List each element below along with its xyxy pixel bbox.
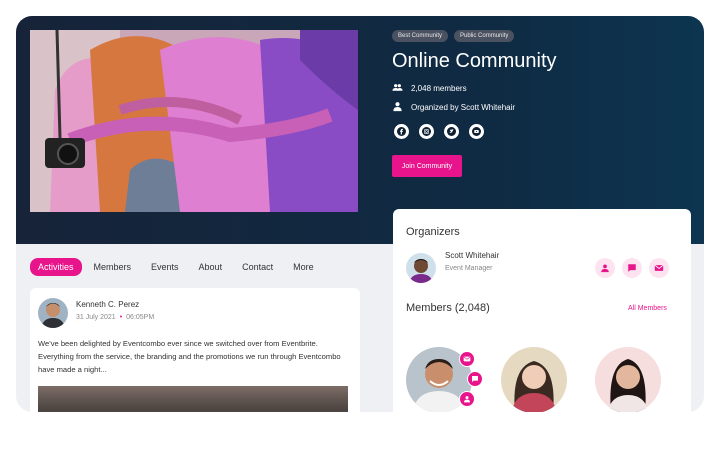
- person-icon: [392, 101, 403, 114]
- member-chat-icon[interactable]: [467, 371, 483, 387]
- activity-post: Kenneth C. Perez 31 July 2021 • 06:05PM …: [30, 288, 360, 412]
- tag-public-community[interactable]: Public Community: [454, 30, 515, 42]
- member-mail-icon[interactable]: [459, 351, 475, 367]
- post-time: 06:05PM: [126, 314, 155, 321]
- chat-icon: [628, 264, 636, 272]
- post-image[interactable]: [38, 386, 348, 412]
- youtube-icon[interactable]: [469, 124, 484, 139]
- tab-about[interactable]: About: [191, 258, 231, 276]
- post-author-name[interactable]: Kenneth C. Perez: [76, 300, 139, 309]
- community-title: Online Community: [392, 50, 557, 72]
- post-timestamp: 31 July 2021 • 06:05PM: [76, 314, 154, 321]
- organizer-name[interactable]: Scott Whitehair: [445, 251, 499, 260]
- tab-contact[interactable]: Contact: [234, 258, 281, 276]
- member-profile-icon[interactable]: [459, 391, 475, 407]
- organizers-heading: Organizers: [406, 226, 460, 238]
- organizer-avatar[interactable]: [406, 253, 436, 283]
- instagram-icon[interactable]: [419, 124, 434, 139]
- organized-by-text[interactable]: Organized by Scott Whitehair: [411, 103, 515, 112]
- post-text: We've been delighted by Eventcombo ever …: [38, 339, 341, 374]
- tab-events[interactable]: Events: [143, 258, 187, 276]
- email-button[interactable]: [649, 258, 669, 278]
- tag-best-community[interactable]: Best Community: [392, 30, 449, 42]
- members-count: 2,048 members: [392, 82, 467, 95]
- tab-more[interactable]: More: [285, 258, 322, 276]
- people-icon: [392, 82, 403, 95]
- tab-activities[interactable]: Activities: [30, 258, 82, 276]
- twitter-icon[interactable]: [444, 124, 459, 139]
- organized-by: Organized by Scott Whitehair: [392, 101, 515, 114]
- post-date: 31 July 2021: [76, 314, 116, 321]
- community-tabs: Activities Members Events About Contact …: [30, 258, 326, 276]
- community-photo: [30, 30, 358, 212]
- facebook-icon[interactable]: [394, 124, 409, 139]
- person-icon: [601, 264, 609, 273]
- tag-list: Best Community Public Community: [392, 30, 515, 42]
- community-card: Best Community Public Community Online C…: [16, 16, 704, 412]
- member-avatar[interactable]: [595, 347, 661, 412]
- members-heading: Members (2,048): [406, 302, 490, 314]
- organizer-role: Event Manager: [445, 265, 493, 272]
- post-author-avatar[interactable]: [38, 298, 68, 328]
- join-community-button[interactable]: Join Community: [392, 155, 462, 177]
- view-profile-button[interactable]: [595, 258, 615, 278]
- tab-members[interactable]: Members: [86, 258, 140, 276]
- all-members-link[interactable]: All Members: [628, 305, 667, 312]
- dot-separator: •: [119, 314, 123, 321]
- social-links: [394, 124, 484, 139]
- chat-button[interactable]: [622, 258, 642, 278]
- members-count-text: 2,048 members: [411, 84, 467, 93]
- organizers-panel: Organizers Scott Whitehair Event Manager…: [393, 209, 691, 412]
- member-avatar[interactable]: [501, 347, 567, 412]
- mail-icon: [654, 265, 664, 271]
